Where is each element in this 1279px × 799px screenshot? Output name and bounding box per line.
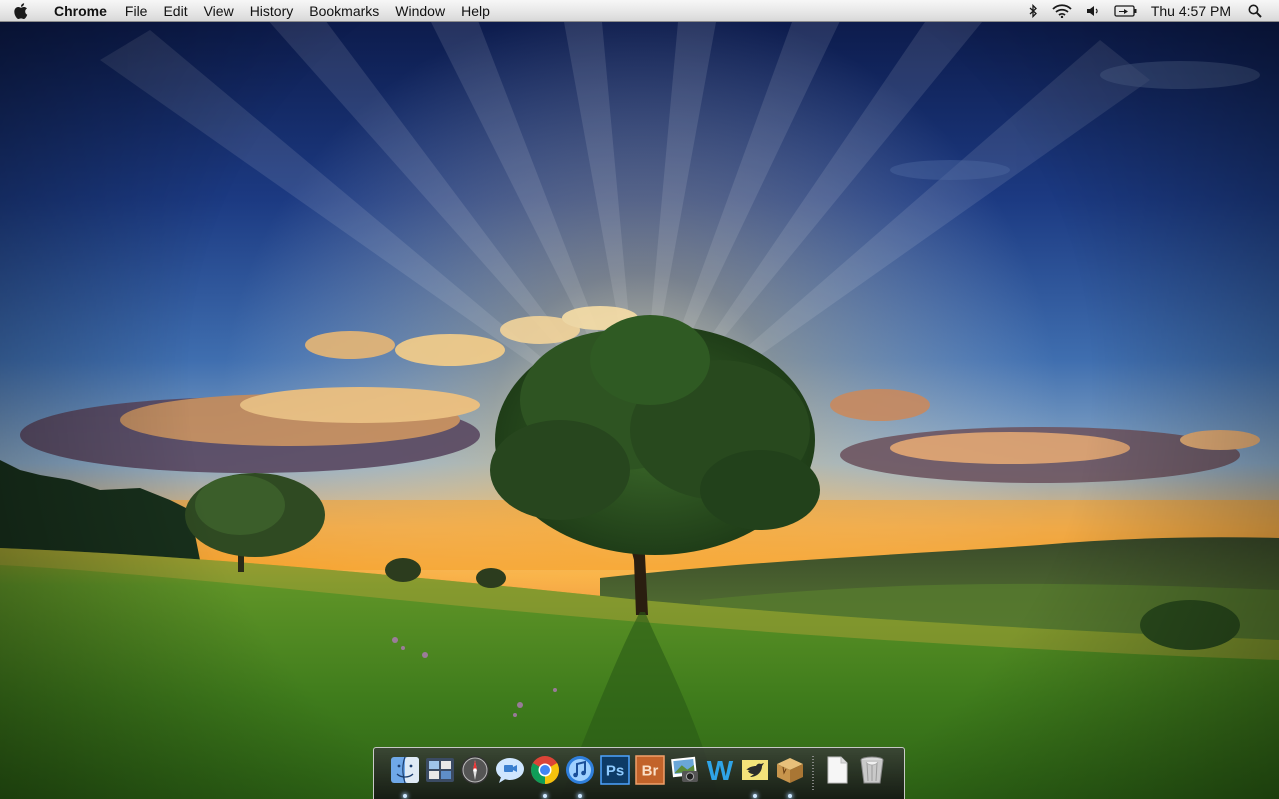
chrome-icon — [529, 754, 561, 786]
dock: Ps Br W — [373, 747, 905, 799]
menu-help[interactable]: Help — [453, 0, 498, 22]
app-menu-chrome[interactable]: Chrome — [42, 0, 117, 22]
menu-bar-left: Chrome File Edit View History Bookmarks … — [0, 0, 498, 21]
menu-window[interactable]: Window — [387, 0, 453, 22]
svg-text:Ps: Ps — [605, 763, 623, 780]
dock-separator — [807, 754, 819, 799]
spotlight-search-icon[interactable] — [1241, 0, 1269, 22]
dashboard-icon — [424, 754, 456, 786]
volume-icon[interactable] — [1079, 0, 1107, 22]
trash-icon — [856, 754, 888, 786]
running-indicator — [787, 794, 792, 798]
word-w-icon: W — [704, 754, 736, 786]
itunes-icon — [564, 754, 596, 786]
menu-view[interactable]: View — [196, 0, 242, 22]
running-indicator — [752, 794, 757, 798]
menu-bar: Chrome File Edit View History Bookmarks … — [0, 0, 1279, 22]
document-icon — [821, 754, 853, 786]
compass-icon — [459, 754, 491, 786]
dock-item-word[interactable]: W — [702, 754, 737, 799]
running-indicator — [577, 794, 582, 798]
menu-file[interactable]: File — [117, 0, 156, 22]
svg-text:Br: Br — [641, 763, 658, 780]
dock-item-dashboard[interactable] — [422, 754, 457, 799]
menu-bar-clock[interactable]: Thu 4:57 PM — [1145, 0, 1241, 22]
menu-edit[interactable]: Edit — [155, 0, 195, 22]
menu-bookmarks[interactable]: Bookmarks — [301, 0, 387, 22]
wifi-icon[interactable] — [1045, 0, 1079, 22]
dock-item-finder[interactable] — [387, 754, 422, 799]
twitter-bird-icon — [739, 754, 771, 786]
apple-logo-icon[interactable] — [0, 0, 42, 22]
menu-bar-status-area: Thu 4:57 PM — [1022, 0, 1279, 21]
dock-item-chrome[interactable] — [527, 754, 562, 799]
running-indicator — [402, 794, 407, 798]
dock-item-photoshop[interactable]: Ps — [597, 754, 632, 799]
photoshop-icon: Ps — [599, 754, 631, 786]
dock-item-compass[interactable] — [457, 754, 492, 799]
dock-item-documents-stack[interactable] — [819, 754, 854, 799]
finder-icon — [389, 754, 421, 786]
bridge-icon: Br — [634, 754, 666, 786]
menu-history[interactable]: History — [242, 0, 302, 22]
dock-item-bridge[interactable]: Br — [632, 754, 667, 799]
iphoto-icon — [669, 754, 701, 786]
ichat-icon — [494, 754, 526, 786]
running-indicator — [542, 794, 547, 798]
battery-icon[interactable] — [1107, 0, 1145, 22]
dock-item-trash[interactable] — [854, 754, 889, 799]
dock-item-ichat[interactable] — [492, 754, 527, 799]
svg-text:W: W — [706, 755, 733, 785]
dock-item-iphoto[interactable] — [667, 754, 702, 799]
dock-item-package[interactable] — [772, 754, 807, 799]
package-box-icon — [774, 754, 806, 786]
bluetooth-icon[interactable] — [1022, 0, 1045, 22]
desktop-wallpaper — [0, 0, 1279, 799]
dock-item-itunes[interactable] — [562, 754, 597, 799]
dock-item-twitter[interactable] — [737, 754, 772, 799]
